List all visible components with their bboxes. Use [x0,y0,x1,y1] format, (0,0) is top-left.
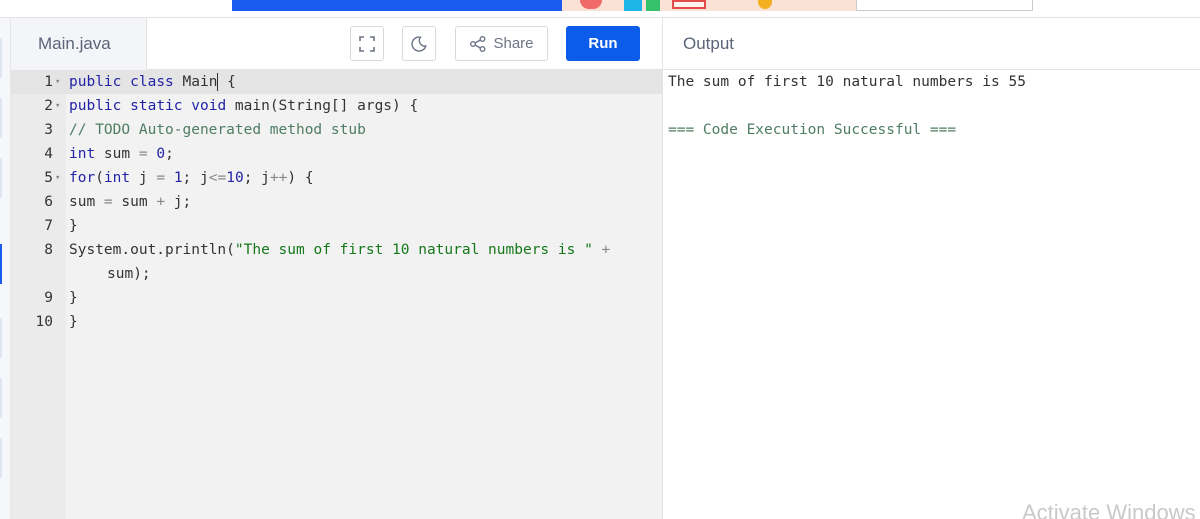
output-header: Output [662,18,1200,70]
code-line-text: public class Main { [69,73,236,91]
code-line-text: sum); [107,266,151,282]
fullscreen-button[interactable] [350,26,384,61]
windows-activation-watermark: Activate Windows [1022,500,1196,519]
line-number: 5 [44,170,53,186]
code-line-9[interactable]: 9 } [11,286,662,310]
line-number: 10 [35,314,53,330]
banner-illustration [562,0,862,11]
code-line-1[interactable]: 1 ▾ public class Main { [11,70,662,94]
code-line-text: } [69,290,78,306]
line-number: 4 [44,146,53,162]
code-line-text: } [69,314,78,330]
line-number: 1 [44,74,53,90]
code-line-2[interactable]: 2 ▾ public static void main(String[] arg… [11,94,662,118]
line-number: 2 [44,98,53,114]
code-line-text: int sum = 0; [69,146,174,162]
share-icon [470,35,486,52]
code-line-4[interactable]: 4 int sum = 0; [11,142,662,166]
file-tab-label: Main.java [38,34,111,53]
code-line-text: sum = sum + j; [69,194,192,210]
code-line-10[interactable]: 10 } [11,310,662,334]
share-button[interactable]: Share [455,26,548,61]
code-line-6[interactable]: 6 sum = sum + j; [11,190,662,214]
run-label: Run [588,35,618,52]
fullscreen-icon [359,35,375,52]
code-line-text: // TODO Auto-generated method stub [69,122,366,138]
code-line-text: for(int j = 1; j<=10; j++) { [69,170,314,186]
output-panel[interactable]: The sum of first 10 natural numbers is 5… [662,70,1200,519]
output-title: Output [683,33,735,53]
code-line-text: public static void main(String[] args) { [69,98,419,114]
editor-header: Main.java Share Run [11,18,662,70]
code-line-text: } [69,218,78,234]
code-line-3[interactable]: 3 // TODO Auto-generated method stub [11,118,662,142]
line-number: 9 [44,290,53,306]
code-line-5[interactable]: 5 ▾ for(int j = 1; j<=10; j++) { [11,166,662,190]
fold-toggle-icon[interactable]: ▾ [55,166,65,190]
top-banner-ad[interactable] [0,0,1200,18]
moon-icon [411,35,427,52]
sidebar-active-indicator [0,244,2,284]
run-button[interactable]: Run [566,26,640,61]
output-line: The sum of first 10 natural numbers is 5… [668,74,1026,90]
code-editor[interactable]: 1 ▾ public class Main { 2 ▾ public stati… [11,70,662,519]
execution-status-line: === Code Execution Successful === [668,122,957,138]
code-line-text: System.out.println("The sum of first 10 … [69,242,611,258]
file-tab-main-java[interactable]: Main.java [11,18,147,70]
banner-blue-block [232,0,562,11]
fold-toggle-icon[interactable]: ▾ [55,70,65,94]
banner-frame [856,0,1033,11]
left-sidebar-strip [0,18,11,519]
fold-toggle-icon[interactable]: ▾ [55,94,65,118]
line-number: 6 [44,194,53,210]
code-line-8[interactable]: 8 System.out.println("The sum of first 1… [11,238,662,262]
line-number: 3 [44,122,53,138]
share-label: Share [493,35,534,52]
line-number: 8 [44,242,53,258]
code-line-7[interactable]: 7 } [11,214,662,238]
line-number: 7 [44,218,53,234]
text-cursor [217,73,219,91]
code-line-8-wrap[interactable]: sum); [11,262,662,286]
theme-toggle-button[interactable] [402,26,436,61]
